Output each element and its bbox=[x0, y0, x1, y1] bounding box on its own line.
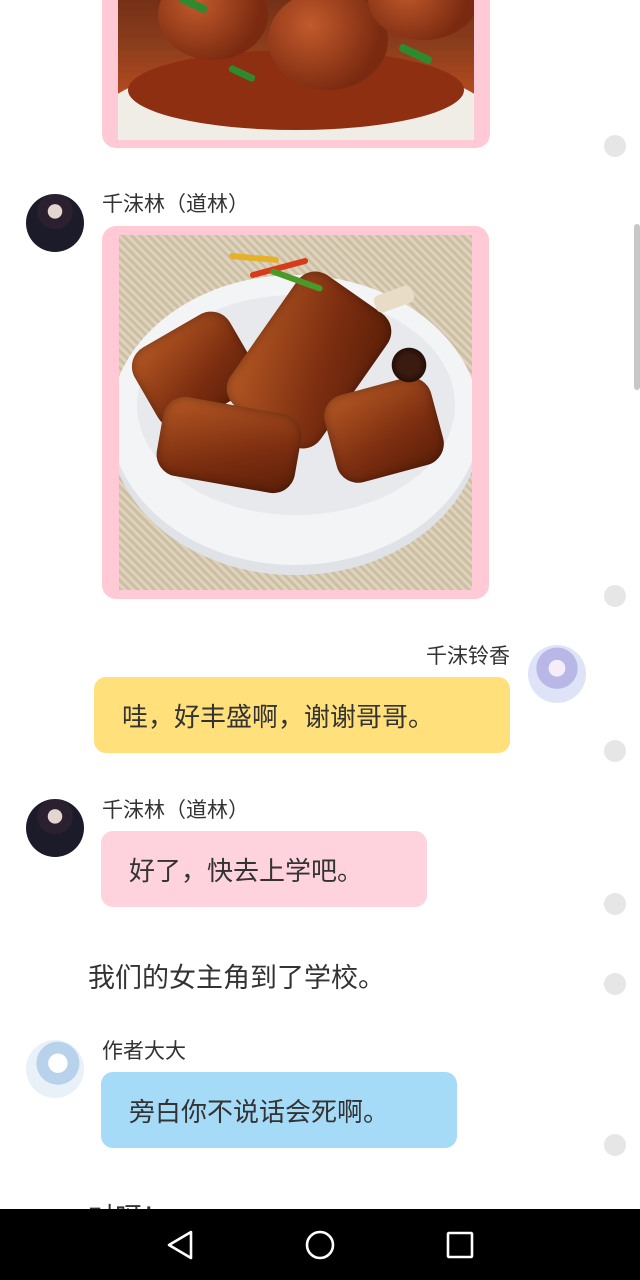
message-bubble[interactable]: 旁白你不说话会死啊。 bbox=[101, 1072, 457, 1148]
square-recents-icon bbox=[446, 1231, 474, 1258]
sender-name: 作者大大 bbox=[102, 1039, 186, 1063]
sender-name: 千沫林（道林） bbox=[102, 192, 249, 216]
message-status-dot[interactable] bbox=[604, 585, 626, 607]
sender-name: 千沫铃香 bbox=[426, 644, 510, 668]
message-bubble[interactable]: 哇，好丰盛啊，谢谢哥哥。 bbox=[94, 677, 510, 753]
message-status-dot[interactable] bbox=[604, 740, 626, 762]
home-button[interactable] bbox=[290, 1215, 350, 1275]
message-status-dot[interactable] bbox=[604, 1134, 626, 1156]
message-status-dot[interactable] bbox=[604, 893, 626, 915]
message-status-dot[interactable] bbox=[604, 135, 626, 157]
system-navigation-bar bbox=[0, 1209, 640, 1280]
avatar-daolin[interactable] bbox=[26, 799, 84, 857]
triangle-back-icon bbox=[167, 1230, 193, 1259]
sender-name: 千沫林（道林） bbox=[102, 798, 249, 822]
food-image-card-1[interactable] bbox=[102, 0, 490, 148]
message-bubble[interactable]: 好了，快去上学吧。 bbox=[101, 831, 427, 907]
narration-text[interactable]: 我们的女主角到了学校。 bbox=[88, 956, 385, 995]
back-button[interactable] bbox=[150, 1215, 210, 1275]
avatar-author[interactable] bbox=[26, 1040, 84, 1098]
message-status-dot[interactable] bbox=[604, 973, 626, 995]
food-image-card-2[interactable] bbox=[102, 226, 489, 599]
avatar-lingxiang[interactable] bbox=[528, 645, 586, 703]
avatar-daolin[interactable] bbox=[26, 194, 84, 252]
braised-meatballs-image bbox=[118, 0, 474, 140]
braised-ribs-image bbox=[119, 235, 472, 590]
circle-home-icon bbox=[305, 1230, 335, 1259]
recents-button[interactable] bbox=[430, 1215, 490, 1275]
scrollbar-thumb[interactable] bbox=[634, 224, 640, 390]
